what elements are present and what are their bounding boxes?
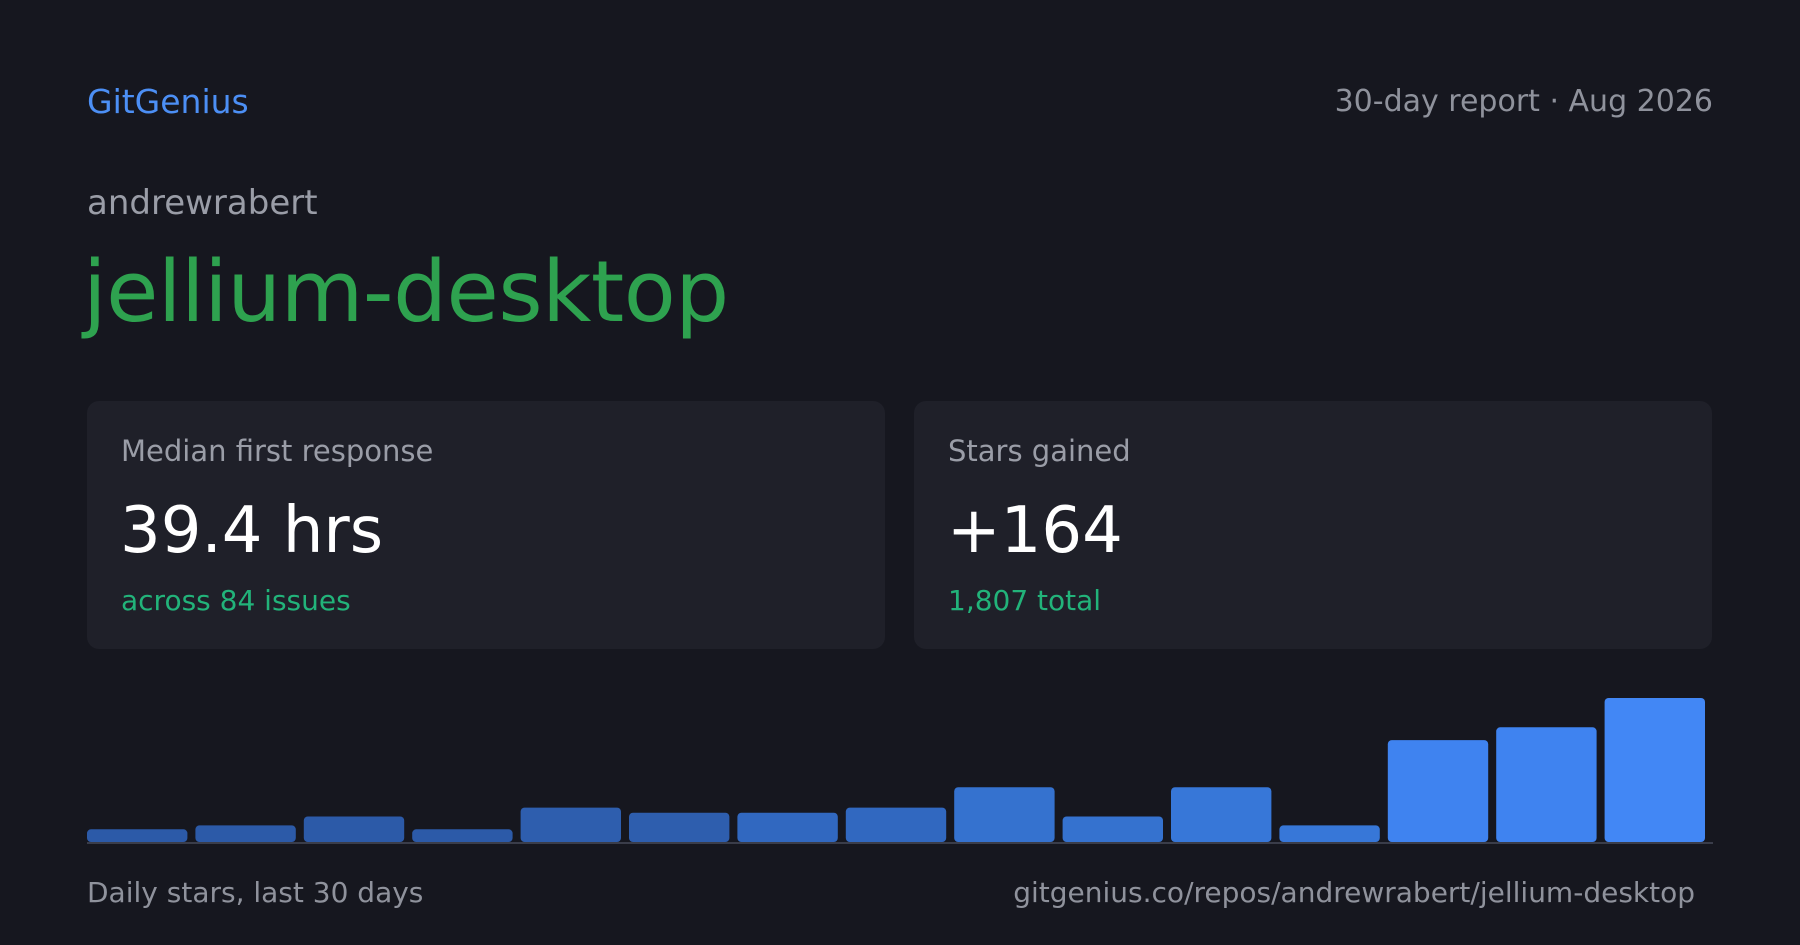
chart-bar: [1387, 740, 1489, 842]
daily-stars-chart-svg: [87, 698, 1713, 844]
brand-logo: GitGenius: [87, 82, 249, 121]
card-subtext: 1,807 total: [948, 584, 1102, 617]
card-subtext: across 84 issues: [121, 584, 351, 617]
chart-bar: [195, 825, 296, 842]
repo-url[interactable]: gitgenius.co/repos/andrewrabert/jellium-…: [1013, 874, 1695, 912]
card-value: 39.4 hrs: [120, 494, 384, 568]
card-value: +164: [947, 494, 1123, 568]
chart-bar: [1062, 816, 1163, 842]
chart-bar: [629, 812, 730, 842]
repo-owner: andrewrabert: [87, 183, 318, 223]
chart-bar: [412, 829, 513, 842]
chart-bar: [1171, 787, 1272, 842]
stars-gained-card: Stars gained +164 1,807 total: [914, 401, 1712, 649]
chart-caption: Daily stars, last 30 days: [87, 876, 424, 909]
chart-bar: [737, 812, 838, 842]
chart-bar: [1604, 698, 1705, 842]
chart-bar: [520, 807, 621, 842]
chart-bar: [87, 829, 188, 842]
report-period-label: 30-day report · Aug 2026: [1334, 84, 1713, 119]
chart-bar: [1496, 727, 1597, 842]
card-label: Median first response: [121, 434, 434, 468]
chart-bar: [954, 787, 1055, 842]
daily-stars-chart: [87, 690, 1713, 844]
chart-bar: [845, 807, 947, 842]
card-label: Stars gained: [948, 434, 1131, 468]
chart-bar: [1279, 825, 1380, 842]
chart-bar: [303, 816, 405, 842]
repo-name: jellium-desktop: [83, 243, 729, 342]
median-first-response-card: Median first response 39.4 hrs across 84…: [87, 401, 885, 649]
